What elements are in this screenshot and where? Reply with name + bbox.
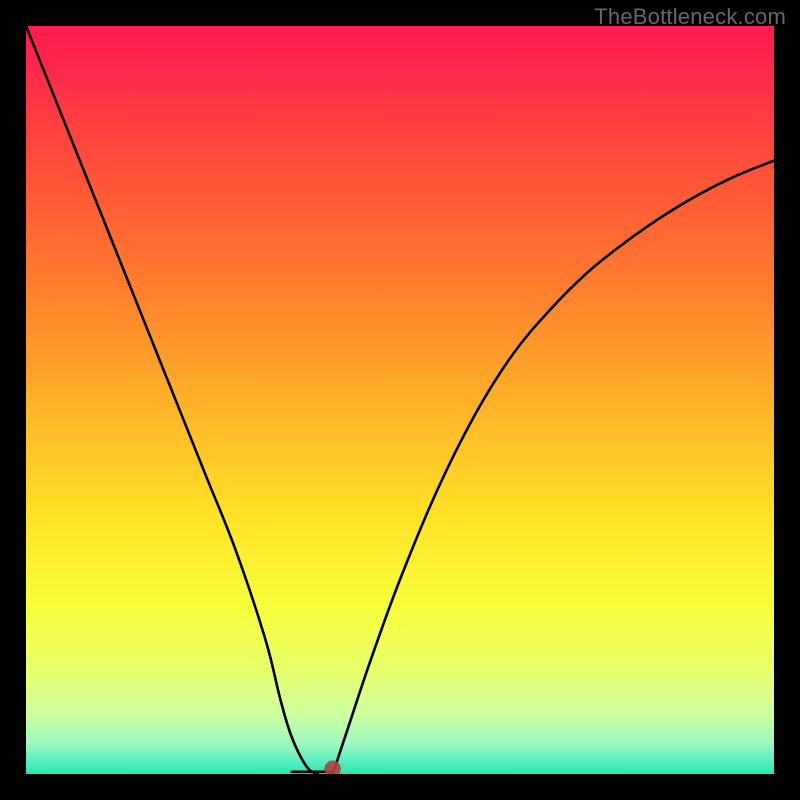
chart-frame: TheBottleneck.com (0, 0, 800, 800)
curve-layer (26, 26, 774, 774)
bottleneck-curve-left (26, 26, 318, 774)
watermark-text: TheBottleneck.com (594, 4, 786, 30)
plot-area (26, 26, 774, 774)
optimum-marker (324, 761, 340, 774)
bottleneck-curve-right (333, 161, 774, 774)
